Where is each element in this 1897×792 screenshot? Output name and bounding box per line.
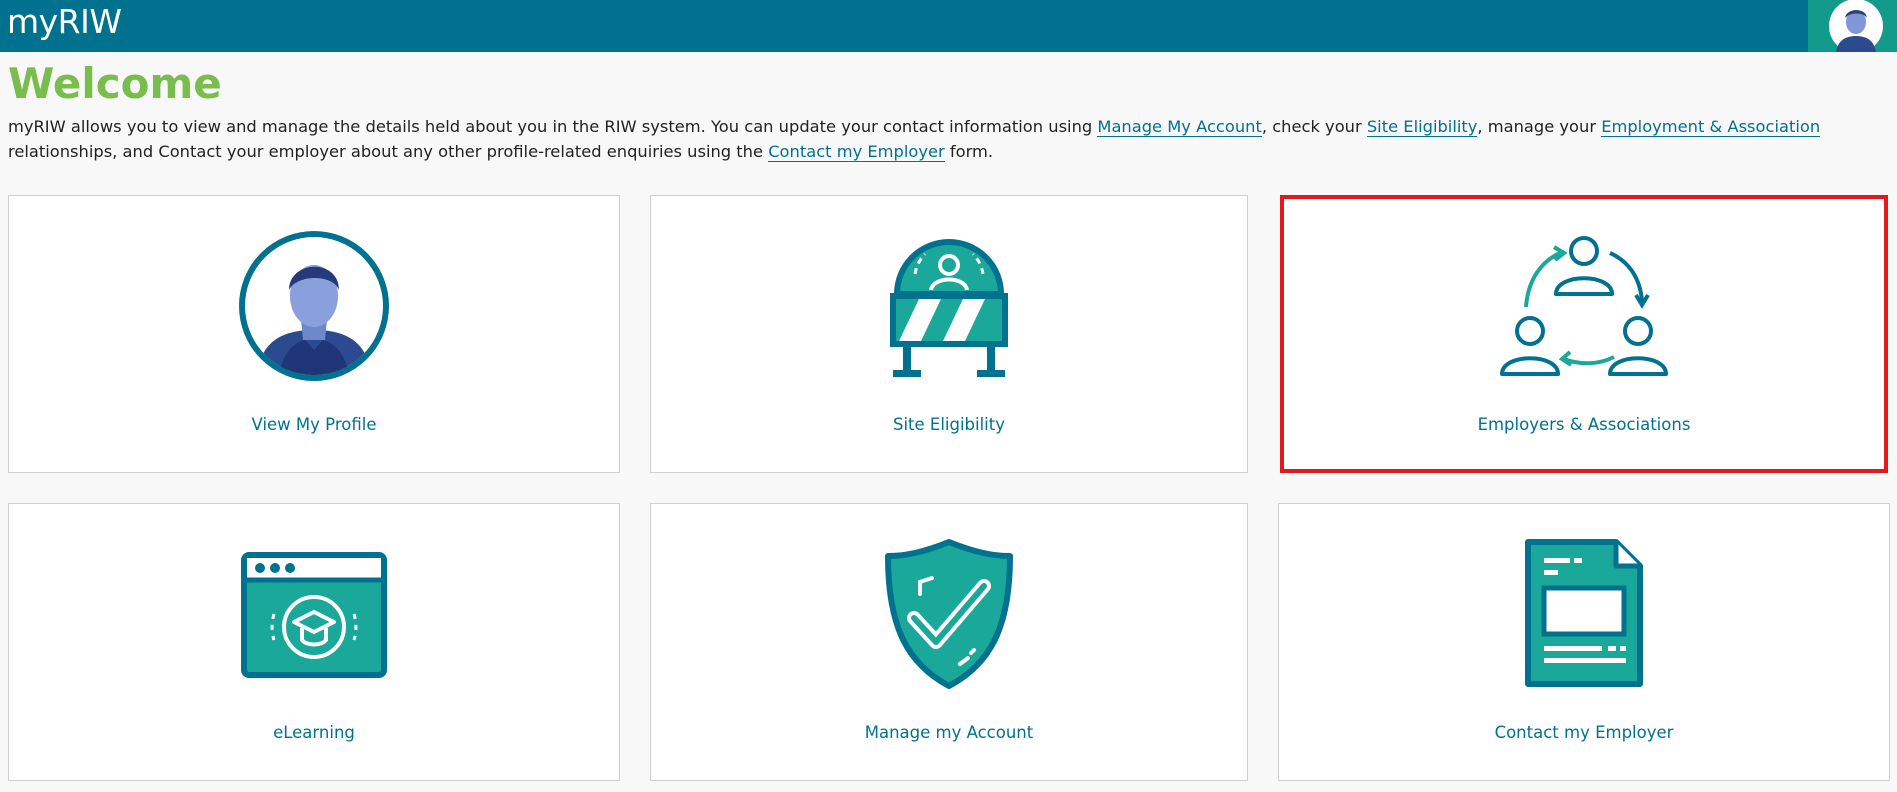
manage-account-link[interactable]: Manage My Account xyxy=(1097,117,1262,137)
site-eligibility-link[interactable]: Site Eligibility xyxy=(1366,117,1478,137)
user-avatar-icon xyxy=(1829,0,1883,52)
tile-contact-my-employer[interactable]: Contact my Employer xyxy=(1278,503,1890,781)
intro-text: relationships, and Contact your employer… xyxy=(8,141,769,161)
tile-label: Employers & Associations xyxy=(1477,415,1691,434)
brand-logo[interactable]: myRIW xyxy=(7,2,122,42)
tile-label: Contact my Employer xyxy=(1494,723,1674,742)
tile-label: eLearning xyxy=(273,723,355,742)
contact-employer-link[interactable]: Contact my Employer xyxy=(768,141,945,162)
shield-check-icon xyxy=(885,539,1013,689)
employment-association-link[interactable]: Employment & Association xyxy=(1601,117,1821,137)
tile-label: View My Profile xyxy=(251,415,377,434)
people-cycle-icon xyxy=(1500,236,1668,376)
elearning-icon xyxy=(241,552,387,678)
tile-site-eligibility[interactable]: Site Eligibility xyxy=(650,195,1248,473)
intro-paragraph: myRIW allows you to view and manage the … xyxy=(8,115,1888,164)
user-menu-button[interactable] xyxy=(1808,0,1897,52)
intro-text: myRIW allows you to view and manage the … xyxy=(8,117,1098,136)
tile-view-my-profile[interactable]: View My Profile xyxy=(8,195,620,473)
document-icon xyxy=(1525,539,1643,687)
page-title: Welcome xyxy=(8,59,222,108)
tile-employers-associations[interactable]: Employers & Associations xyxy=(1280,195,1888,473)
tile-label: Manage my Account xyxy=(864,723,1034,742)
intro-text: , check your xyxy=(1261,117,1367,136)
tile-label: Site Eligibility xyxy=(892,415,1006,434)
profile-avatar-icon xyxy=(239,231,389,381)
intro-text: , manage your xyxy=(1477,117,1602,136)
barrier-icon xyxy=(890,239,1008,377)
top-bar: myRIW xyxy=(0,0,1897,52)
intro-text: form. xyxy=(944,141,994,161)
tile-manage-my-account[interactable]: Manage my Account xyxy=(650,503,1248,781)
tile-elearning[interactable]: eLearning xyxy=(8,503,620,781)
